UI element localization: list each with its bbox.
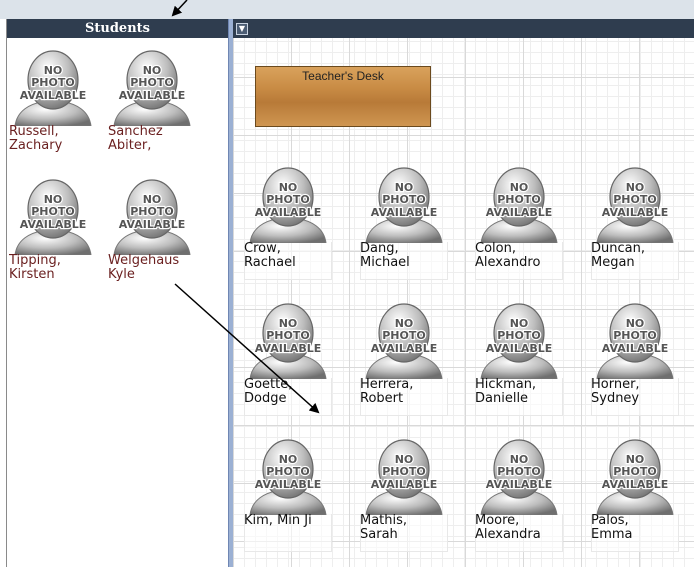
- classroom-toolbar: ▼: [233, 19, 694, 38]
- students-panel: Students NO PHOTO AVAILABLE Russell, Zacha…: [6, 19, 228, 567]
- students-panel-title: Students: [7, 19, 228, 38]
- seat-student-name: Kim, Min Ji: [244, 514, 312, 528]
- svg-text:AVAILABLE: AVAILABLE: [255, 342, 322, 355]
- svg-text:AVAILABLE: AVAILABLE: [602, 478, 669, 491]
- seat-student-name: Dang, Michael: [360, 242, 410, 270]
- no-photo-icon: NO PHOTO AVAILABLE: [593, 437, 677, 515]
- seat-card[interactable]: NO PHOTO AVAILABLE Crow, Rachael: [244, 165, 332, 281]
- svg-text:PHOTO: PHOTO: [266, 329, 309, 342]
- svg-text:PHOTO: PHOTO: [497, 465, 540, 478]
- seat-card[interactable]: NO PHOTO AVAILABLE Herrera, Robert: [360, 301, 448, 417]
- seat-student-name: Palos, Emma: [591, 514, 633, 542]
- svg-text:AVAILABLE: AVAILABLE: [255, 206, 322, 219]
- seat-student-name: Mathis, Sarah: [360, 514, 408, 542]
- seat-card[interactable]: NO PHOTO AVAILABLE Colon, Alexandro: [475, 165, 563, 281]
- student-name: Sanchez Abiter,: [108, 125, 163, 153]
- seat-student-name: Duncan, Megan: [591, 242, 645, 270]
- svg-text:AVAILABLE: AVAILABLE: [486, 478, 553, 491]
- student-card-tipping[interactable]: NO PHOTO AVAILABLE Tipping, Kirsten: [9, 177, 97, 293]
- svg-text:AVAILABLE: AVAILABLE: [20, 89, 87, 102]
- svg-text:PHOTO: PHOTO: [497, 193, 540, 206]
- seat-student-name: Goette, Dodge: [244, 378, 293, 406]
- svg-text:PHOTO: PHOTO: [130, 76, 173, 89]
- svg-text:PHOTO: PHOTO: [31, 205, 74, 218]
- student-card-russell[interactable]: NO PHOTO AVAILABLE Russell, Zachary: [9, 48, 97, 164]
- no-photo-icon: NO PHOTO AVAILABLE: [246, 301, 330, 379]
- svg-text:AVAILABLE: AVAILABLE: [255, 478, 322, 491]
- no-photo-icon: NO PHOTO AVAILABLE: [362, 165, 446, 243]
- svg-text:AVAILABLE: AVAILABLE: [20, 218, 87, 231]
- seat-card[interactable]: NO PHOTO AVAILABLE Dang, Michael: [360, 165, 448, 281]
- svg-text:AVAILABLE: AVAILABLE: [486, 206, 553, 219]
- no-photo-icon: NO PHOTO AVAILABLE: [362, 437, 446, 515]
- svg-text:PHOTO: PHOTO: [613, 465, 656, 478]
- svg-text:PHOTO: PHOTO: [497, 329, 540, 342]
- no-photo-icon: NO PHOTO AVAILABLE: [110, 48, 194, 126]
- svg-text:AVAILABLE: AVAILABLE: [602, 206, 669, 219]
- svg-text:PHOTO: PHOTO: [266, 193, 309, 206]
- no-photo-icon: NO PHOTO AVAILABLE: [11, 48, 95, 126]
- no-photo-icon: NO PHOTO AVAILABLE: [593, 165, 677, 243]
- student-name: Tipping, Kirsten: [9, 254, 61, 282]
- no-photo-icon: NO PHOTO AVAILABLE: [246, 165, 330, 243]
- seat-student-name: Hickman, Danielle: [475, 378, 537, 406]
- svg-text:PHOTO: PHOTO: [382, 193, 425, 206]
- no-photo-icon: NO PHOTO AVAILABLE: [477, 301, 561, 379]
- student-card-sanchez[interactable]: NO PHOTO AVAILABLE Sanchez Abiter,: [108, 48, 196, 164]
- svg-text:PHOTO: PHOTO: [613, 329, 656, 342]
- no-photo-icon: NO PHOTO AVAILABLE: [110, 177, 194, 255]
- svg-text:AVAILABLE: AVAILABLE: [119, 89, 186, 102]
- svg-text:PHOTO: PHOTO: [382, 465, 425, 478]
- seat-student-name: Moore, Alexandra: [475, 514, 541, 542]
- svg-text:AVAILABLE: AVAILABLE: [119, 218, 186, 231]
- teachers-desk-label: Teacher's Desk: [302, 69, 384, 83]
- svg-text:PHOTO: PHOTO: [382, 329, 425, 342]
- no-photo-icon: NO PHOTO AVAILABLE: [11, 177, 95, 255]
- seat-card[interactable]: NO PHOTO AVAILABLE Horner, Sydney: [591, 301, 679, 417]
- seat-card[interactable]: NO PHOTO AVAILABLE Goette, Dodge: [244, 301, 332, 417]
- svg-text:AVAILABLE: AVAILABLE: [371, 478, 438, 491]
- seat-card[interactable]: NO PHOTO AVAILABLE Duncan, Megan: [591, 165, 679, 281]
- seat-student-name: Colon, Alexandro: [475, 242, 541, 270]
- svg-text:AVAILABLE: AVAILABLE: [486, 342, 553, 355]
- no-photo-icon: NO PHOTO AVAILABLE: [593, 301, 677, 379]
- seat-card[interactable]: NO PHOTO AVAILABLE Moore, Alexandra: [475, 437, 563, 553]
- svg-text:PHOTO: PHOTO: [266, 465, 309, 478]
- seat-student-name: Herrera, Robert: [360, 378, 414, 406]
- svg-text:PHOTO: PHOTO: [130, 205, 173, 218]
- seat-card[interactable]: NO PHOTO AVAILABLE Hickman, Danielle: [475, 301, 563, 417]
- svg-text:AVAILABLE: AVAILABLE: [602, 342, 669, 355]
- seat-card[interactable]: NO PHOTO AVAILABLE Kim, Min Ji: [244, 437, 332, 553]
- classroom-grid: ▼ Teacher's Desk NO PHOTO AVAILABLE Crow, R…: [233, 19, 694, 567]
- seat-student-name: Crow, Rachael: [244, 242, 296, 270]
- seat-student-name: Horner, Sydney: [591, 378, 640, 406]
- teachers-desk[interactable]: Teacher's Desk: [255, 66, 431, 127]
- no-photo-icon: NO PHOTO AVAILABLE: [477, 165, 561, 243]
- no-photo-icon: NO PHOTO AVAILABLE: [477, 437, 561, 515]
- svg-text:AVAILABLE: AVAILABLE: [371, 342, 438, 355]
- student-name: Welgehaus Kyle: [108, 254, 180, 282]
- top-strip: [0, 0, 694, 19]
- seat-card[interactable]: NO PHOTO AVAILABLE Palos, Emma: [591, 437, 679, 553]
- svg-text:AVAILABLE: AVAILABLE: [371, 206, 438, 219]
- student-name: Russell, Zachary: [9, 125, 63, 153]
- no-photo-icon: NO PHOTO AVAILABLE: [362, 301, 446, 379]
- student-card-welgehaus[interactable]: NO PHOTO AVAILABLE Welgehaus Kyle: [108, 177, 196, 293]
- svg-text:PHOTO: PHOTO: [31, 76, 74, 89]
- chevron-down-icon[interactable]: ▼: [236, 23, 248, 35]
- svg-text:PHOTO: PHOTO: [613, 193, 656, 206]
- no-photo-icon: NO PHOTO AVAILABLE: [246, 437, 330, 515]
- seat-card[interactable]: NO PHOTO AVAILABLE Mathis, Sarah: [360, 437, 448, 553]
